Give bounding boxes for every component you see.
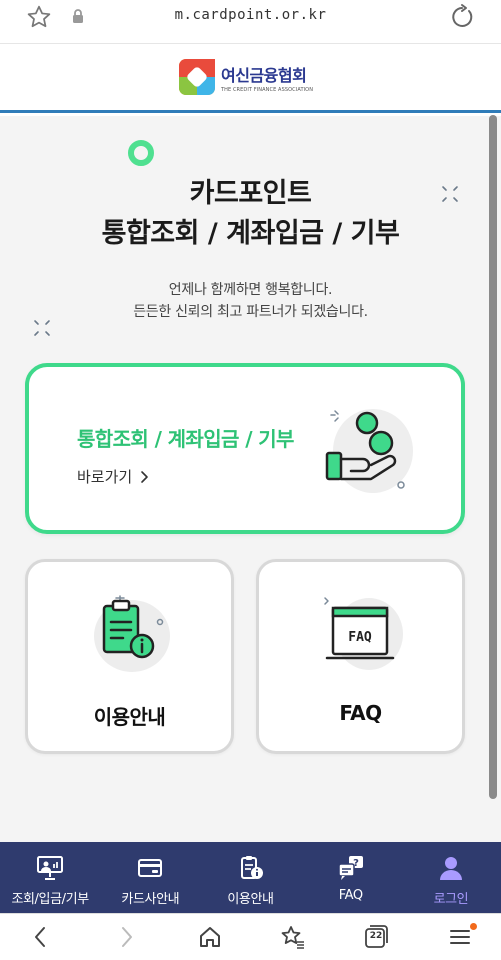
card-title: 통합조회 / 계좌입금 / 기부 xyxy=(77,427,294,451)
inquiry-deposit-donation-card[interactable]: 통합조회 / 계좌입금 / 기부 바로가기 xyxy=(25,363,465,534)
tab-count: 22 xyxy=(369,931,383,941)
usage-guide-card[interactable]: 이용안내 xyxy=(25,559,234,754)
info-doc-icon xyxy=(240,856,263,879)
logo-name: 여신금융협회 xyxy=(221,65,307,85)
hero-title: 카드포인트 통합조회 / 계좌입금 / 기부 xyxy=(0,174,501,254)
site-header: 여신금융협회 THE CREDIT FINANCE ASSOCIATION xyxy=(0,45,501,113)
nav-label: 조회/입금/기부 xyxy=(11,892,89,907)
tabs-button[interactable]: 22 xyxy=(363,924,389,950)
bookmarks-icon[interactable] xyxy=(280,924,306,950)
menu-icon[interactable] xyxy=(447,924,473,950)
question-chat-icon: ? xyxy=(337,856,363,880)
hero-desc-line2: 든든한 신뢰의 최고 파트너가 되겠습니다. xyxy=(133,304,368,320)
notification-dot xyxy=(470,923,477,930)
faq-card[interactable]: FAQ FAQ xyxy=(256,559,465,754)
nav-label: 카드사안내 xyxy=(121,892,180,907)
nav-label: FAQ xyxy=(338,888,363,903)
back-icon[interactable] xyxy=(28,924,54,950)
nav-item-login[interactable]: 로그인 xyxy=(401,842,501,913)
url-text[interactable]: m.cardpoint.or.kr xyxy=(0,7,501,23)
logo-subtitle: THE CREDIT FINANCE ASSOCIATION xyxy=(221,86,314,93)
presentation-icon xyxy=(37,856,64,880)
hero-description: 언제나 함께하면 행복합니다. 든든한 신뢰의 최고 파트너가 되겠습니다. xyxy=(0,279,501,323)
browser-toolbar: 22 xyxy=(0,913,501,960)
hero-title-line1: 카드포인트 xyxy=(189,178,312,209)
nav-item-inquiry[interactable]: 조회/입금/기부 xyxy=(0,842,100,913)
browser-url-bar: m.cardpoint.or.kr xyxy=(0,0,501,44)
nav-item-faq[interactable]: ? FAQ xyxy=(301,842,401,913)
nav-item-card-companies[interactable]: 카드사안내 xyxy=(100,842,200,913)
user-icon xyxy=(439,857,462,880)
nav-label: 로그인 xyxy=(433,892,469,907)
decor-ring xyxy=(128,140,154,166)
hero-title-line2: 통합조회 / 계좌입금 / 기부 xyxy=(101,218,400,249)
card-icon xyxy=(138,859,163,877)
coin-hand-icon xyxy=(325,409,413,493)
home-icon[interactable] xyxy=(197,924,223,950)
usage-guide-label: 이용안내 xyxy=(93,705,166,729)
bottom-nav: 조회/입금/기부 카드사안내 이용안내 ? FAQ 로그인 xyxy=(0,842,501,913)
faq-sign-icon: FAQ xyxy=(324,597,403,670)
shortcut-link[interactable]: 바로가기 xyxy=(77,466,150,487)
chevron-right-icon xyxy=(141,470,149,483)
clipboard-info-icon xyxy=(94,595,170,672)
hero-desc-line1: 언제나 함께하면 행복합니다. xyxy=(168,282,333,298)
faq-label: FAQ xyxy=(339,701,382,725)
shortcut-label: 바로가기 xyxy=(77,468,133,486)
faq-sign-text: FAQ xyxy=(348,630,372,645)
site-logo[interactable]: 여신금융협회 THE CREDIT FINANCE ASSOCIATION xyxy=(179,59,313,95)
nav-label: 이용안내 xyxy=(227,892,274,907)
nav-item-usage-guide[interactable]: 이용안내 xyxy=(200,842,300,913)
forward-icon[interactable] xyxy=(113,924,139,950)
reload-icon[interactable] xyxy=(448,3,476,31)
logo-mark-icon xyxy=(179,59,215,95)
